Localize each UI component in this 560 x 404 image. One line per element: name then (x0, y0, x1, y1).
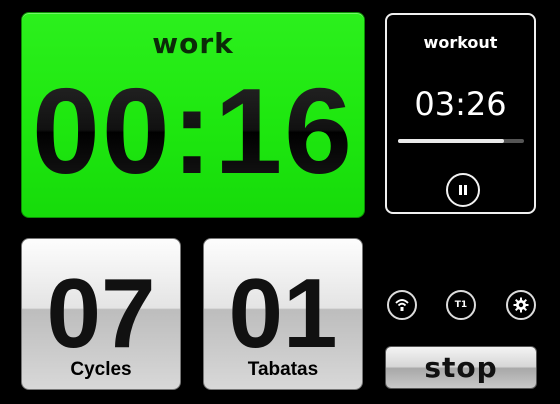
sound-button[interactable] (387, 290, 417, 320)
cycles-card: 07 Cycles (21, 238, 181, 390)
workout-progress-bar (398, 139, 524, 143)
stop-button[interactable]: stop (385, 346, 537, 389)
workout-panel: workout 03:26 (385, 13, 536, 214)
t1-label: T1 (454, 300, 468, 310)
gear-icon (513, 297, 529, 313)
settings-button[interactable] (506, 290, 536, 320)
workout-timer: 03:26 (414, 85, 507, 123)
tabatas-label: Tabatas (247, 359, 319, 380)
pause-icon (459, 185, 467, 195)
work-timer: 00:16 (22, 61, 364, 201)
work-panel: work 00:16 (21, 12, 365, 218)
pause-button[interactable] (446, 173, 480, 207)
cycles-value: 07 (46, 258, 156, 368)
cycles-label: Cycles (70, 359, 132, 380)
tabatas-value: 01 (228, 258, 338, 368)
workout-title: workout (423, 33, 498, 52)
work-label: work (152, 27, 234, 60)
tabata-preset-button[interactable]: T1 (446, 290, 476, 320)
sound-waves-icon (395, 299, 409, 311)
workout-progress-fill (398, 139, 504, 143)
tabatas-card: 01 Tabatas (203, 238, 363, 390)
